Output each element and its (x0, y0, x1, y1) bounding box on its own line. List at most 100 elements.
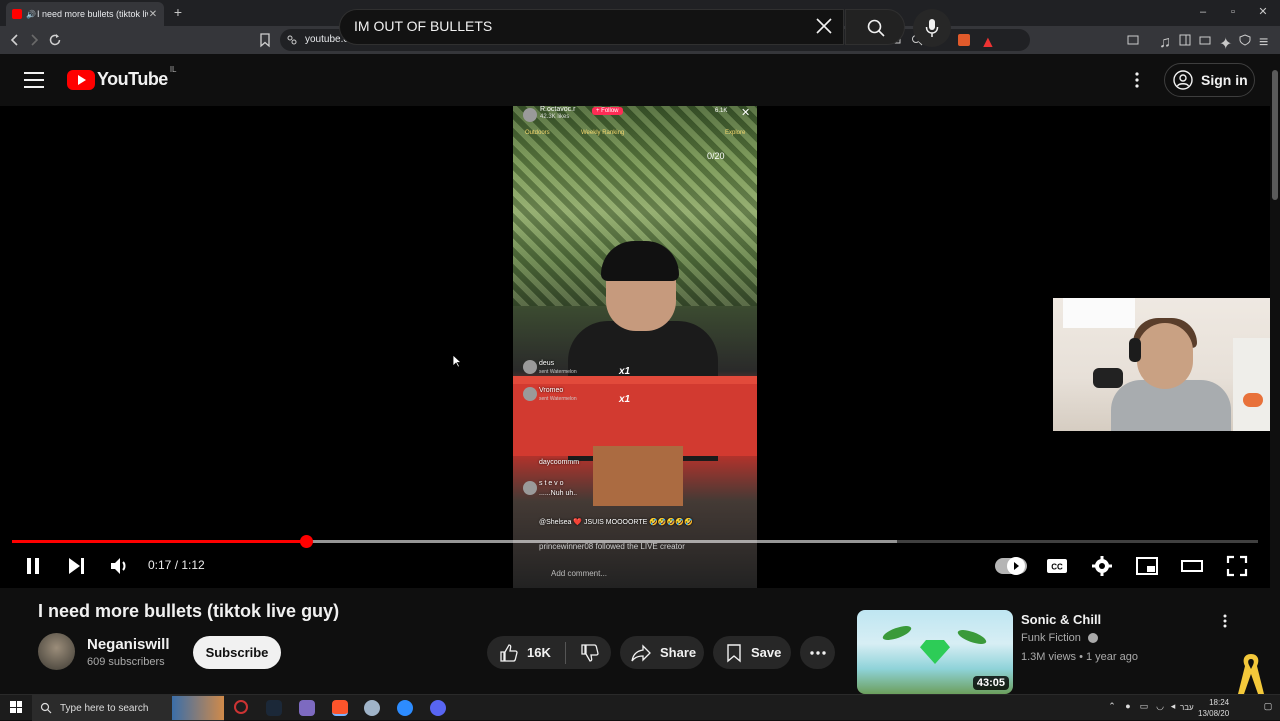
reload-icon[interactable] (47, 32, 63, 48)
like-dislike-group: 16K (487, 636, 611, 669)
close-window-button[interactable]: ✕ (1256, 4, 1270, 20)
back-icon[interactable] (7, 32, 23, 48)
tiktok-counter: 0/20 (707, 151, 725, 161)
language-indicator[interactable]: עבר (1180, 703, 1194, 712)
screenshot-icon[interactable] (1127, 34, 1139, 46)
recommended-more-icon[interactable] (1218, 613, 1232, 629)
video-player[interactable]: R.octavoc.r 42.3K likes + Follow 6.1K ✕ … (0, 106, 1270, 588)
voice-search-button[interactable] (913, 9, 951, 47)
notifications-icon[interactable]: ▢ (1262, 701, 1274, 713)
taskbar-clock[interactable]: 18:24 13/08/20 (1198, 697, 1229, 719)
site-info-icon[interactable] (286, 34, 298, 46)
bookmark-icon[interactable] (257, 32, 273, 48)
recommended-channel[interactable]: Funk Fiction (1021, 632, 1098, 644)
windows-start-icon[interactable] (10, 701, 22, 713)
app-icon[interactable] (364, 700, 380, 716)
wallet-icon[interactable] (1199, 34, 1211, 46)
clear-search-icon[interactable] (814, 16, 834, 36)
restore-button[interactable]: ▫ (1226, 4, 1240, 20)
share-icon (631, 643, 651, 662)
fullscreen-icon[interactable] (1225, 554, 1249, 578)
more-actions-button[interactable] (800, 636, 835, 669)
minimize-button[interactable]: – (1196, 4, 1210, 20)
settings-more-icon[interactable] (1130, 70, 1144, 90)
save-button[interactable]: Save (713, 636, 791, 669)
tiktok-chat-avatar (523, 481, 537, 495)
tiktok-comment-field: Add comment... (551, 569, 608, 578)
tiktok-chat-avatar (523, 360, 537, 374)
leo-ai-icon[interactable]: ✦ (1219, 34, 1232, 53)
search-input[interactable]: IM OUT OF BULLETS (354, 18, 492, 34)
settings-gear-icon[interactable] (1090, 554, 1114, 578)
webcam-shelf (1233, 338, 1270, 431)
webcam-person-head (1137, 323, 1193, 389)
thumbs-up-icon (500, 643, 518, 662)
tray-overflow-icon[interactable]: ⌃ (1106, 701, 1118, 713)
tiktok-gift-count: x1 (619, 394, 631, 405)
sidebar-icon[interactable] (1179, 34, 1191, 46)
video-title: I need more bullets (tiktok live guy) (38, 601, 340, 621)
search-button[interactable] (845, 9, 905, 45)
tiktok-chat-message: ......Nuh uh.. (539, 490, 578, 497)
page-scrollbar-thumb[interactable] (1272, 70, 1278, 200)
tray-mic-icon[interactable]: ● (1122, 701, 1134, 713)
volume-icon[interactable] (108, 554, 132, 578)
media-icon[interactable]: ♫ (1159, 34, 1171, 51)
forward-icon[interactable] (26, 32, 42, 48)
tray-wifi-icon[interactable]: ◡ (1154, 701, 1166, 713)
theater-mode-icon[interactable] (1180, 554, 1204, 578)
brave-shields-icon[interactable] (958, 34, 970, 46)
recommended-title[interactable]: Sonic & Chill (1021, 612, 1101, 627)
like-divider (564, 641, 566, 664)
share-button[interactable]: Share (620, 636, 704, 669)
close-tab-icon[interactable]: ✕ (148, 9, 158, 20)
channel-name[interactable]: Neganiswill (87, 636, 170, 653)
next-video-icon[interactable] (64, 554, 88, 578)
new-tab-button[interactable]: + (170, 4, 186, 20)
palm-leaf (956, 627, 988, 647)
recommended-meta: 1.3M views • 1 year ago (1021, 651, 1138, 663)
rewards-icon[interactable]: ▲ (980, 34, 996, 51)
hamburger-menu-icon[interactable] (24, 72, 44, 88)
tiktok-category: Weekly Ranking (581, 130, 625, 136)
thumbs-down-icon[interactable] (580, 643, 600, 663)
like-button[interactable]: 16K (499, 643, 551, 663)
browser-tab[interactable]: 🔊 I need more bullets (tiktok liv ✕ (6, 2, 164, 26)
tiktok-creator-avatar (523, 108, 537, 122)
more-horizontal-icon (809, 650, 826, 655)
subscribe-button[interactable]: Subscribe (193, 636, 281, 669)
microphone-icon (925, 19, 939, 37)
youtube-header: YouTube IL (0, 54, 1280, 106)
tiktok-creator-name: R.octavoc.r (540, 106, 576, 113)
channel-avatar[interactable] (38, 633, 75, 670)
sign-in-button[interactable]: Sign in (1164, 63, 1255, 97)
menu-icon[interactable]: ≡ (1259, 34, 1271, 51)
tray-volume-icon[interactable]: ◂ (1167, 701, 1179, 713)
miniplayer-icon[interactable] (1135, 554, 1159, 578)
app-icon[interactable] (397, 700, 413, 716)
brave-app-icon[interactable] (332, 700, 348, 716)
video-duration-badge: 43:05 (972, 676, 1009, 690)
tiktok-likes: 42.3K likes (540, 114, 570, 120)
mouse-cursor-icon (452, 354, 462, 368)
progress-scrubber-handle[interactable] (299, 535, 313, 548)
vpn-icon[interactable] (1239, 34, 1251, 46)
tray-network-icon[interactable]: ▭ (1138, 701, 1150, 713)
recommended-thumbnail[interactable]: 43:05 (857, 610, 1013, 694)
video-frame: R.octavoc.r 42.3K likes + Follow 6.1K ✕ … (513, 106, 757, 588)
captions-icon[interactable]: CC (1045, 554, 1069, 578)
subscriber-count: 609 subscribers (87, 656, 165, 668)
tiktok-close-icon: ✕ (741, 107, 751, 119)
webcam-window (1063, 298, 1135, 328)
youtube-logo[interactable]: YouTube IL (67, 65, 177, 90)
speaker-icon[interactable]: 🔊 (26, 10, 36, 19)
green-gem-image (920, 640, 950, 664)
app-icon[interactable] (299, 700, 315, 716)
autoplay-toggle[interactable] (995, 557, 1027, 575)
pause-icon[interactable] (21, 554, 45, 578)
steam-app-icon[interactable] (266, 700, 282, 716)
tiktok-gift-count: x1 (619, 366, 631, 377)
discord-app-icon[interactable] (430, 700, 446, 716)
opera-app-icon[interactable] (234, 700, 248, 714)
tiktok-chat-user: deus (539, 360, 555, 367)
